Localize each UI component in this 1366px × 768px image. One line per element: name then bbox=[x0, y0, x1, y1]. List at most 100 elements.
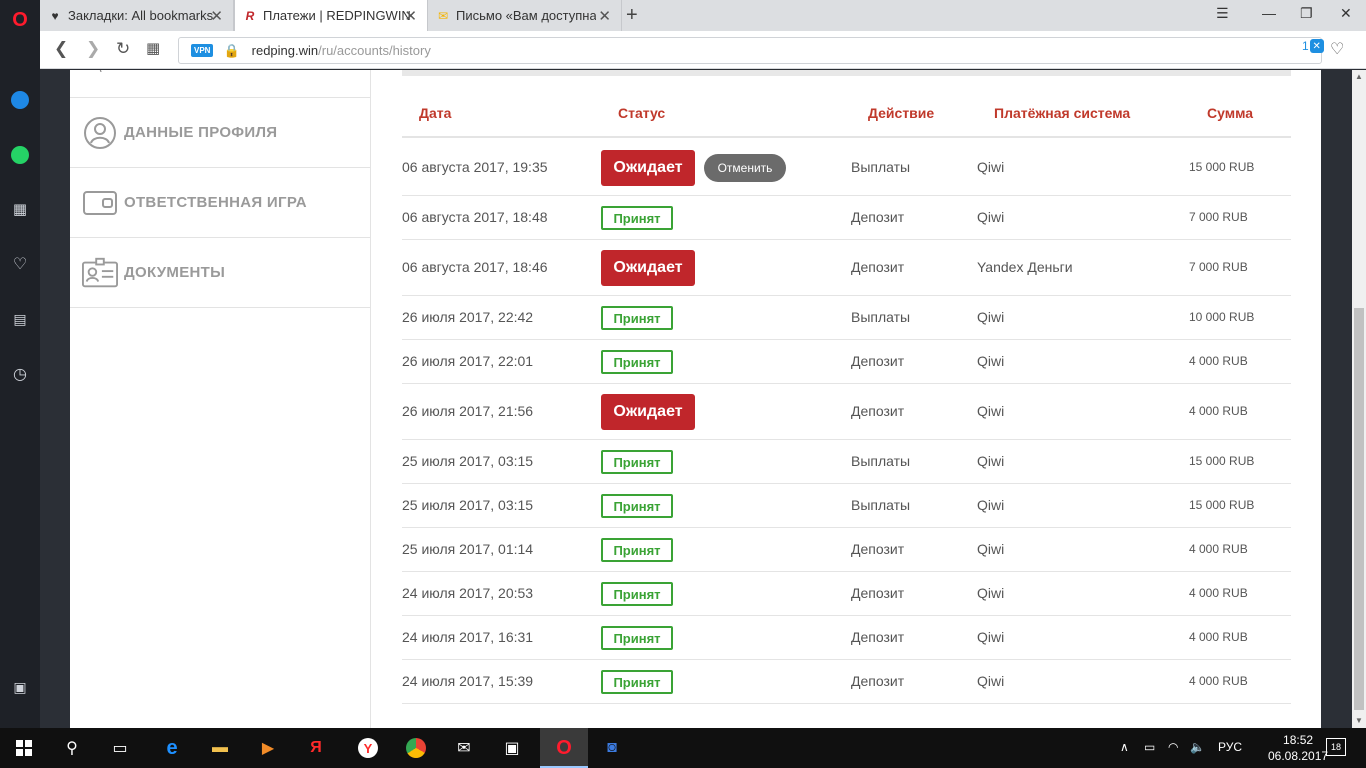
bookmark-heart-icon[interactable]: ♡ bbox=[1330, 39, 1344, 59]
cell-payment-system: Qiwi bbox=[977, 403, 1005, 419]
clock-date: 06.08.2017 bbox=[1268, 749, 1329, 763]
menu-item-documents[interactable]: ДОКУМЕНТЫ bbox=[70, 238, 370, 308]
cell-date: 26 июля 2017, 22:42 bbox=[402, 309, 534, 325]
edge-icon[interactable]: e bbox=[157, 734, 187, 762]
close-icon[interactable]: ✕ bbox=[598, 7, 611, 25]
cell-action: Депозит bbox=[851, 209, 905, 225]
tab-bookmarks[interactable]: ♥ Закладки: All bookmarks ✕ bbox=[40, 0, 234, 31]
scroll-down-arrow[interactable]: ▼ bbox=[1355, 716, 1363, 725]
page-content: ⟨ ДАННЫЕ ПРОФИЛЯ ОТВЕТСТВЕННАЯ ИГРА ДОКУ… bbox=[70, 70, 1321, 728]
search-icon[interactable]: ⚲ bbox=[57, 734, 87, 762]
top-strip bbox=[402, 70, 1291, 76]
url-path: /ru/accounts/history bbox=[318, 43, 431, 58]
adblock-extension[interactable]: 1 ✕ bbox=[1302, 39, 1324, 53]
menu-item-previous[interactable]: ⟨ bbox=[70, 70, 370, 98]
wifi-icon[interactable]: ◠ bbox=[1168, 740, 1178, 754]
cell-date: 06 августа 2017, 19:35 bbox=[402, 159, 548, 175]
new-tab-button[interactable]: + bbox=[626, 4, 638, 27]
tab-payments[interactable]: R Платежи | REDPINGWIN ✕ bbox=[234, 0, 428, 31]
header-action: Действие bbox=[868, 105, 935, 121]
news-icon[interactable]: ▤ bbox=[0, 304, 40, 334]
menu-label: ДАННЫЕ ПРОФИЛЯ bbox=[124, 124, 278, 141]
tray-chevron-icon[interactable]: ∧ bbox=[1120, 740, 1129, 754]
opera-logo-icon[interactable]: O bbox=[0, 5, 40, 35]
reload-button[interactable]: ↻ bbox=[116, 39, 130, 59]
previous-menu-icon: ⟨ bbox=[82, 70, 118, 83]
notification-center-icon[interactable]: 18 bbox=[1326, 738, 1346, 756]
tab-title: Письмо «Вам доступна бе bbox=[456, 8, 596, 23]
status-badge-pending: Ожидает bbox=[601, 150, 695, 186]
messenger-icon[interactable] bbox=[0, 85, 40, 115]
language-indicator[interactable]: РУС bbox=[1218, 740, 1242, 754]
yandex-browser-icon[interactable]: Y bbox=[353, 734, 383, 762]
header-amount: Сумма bbox=[1207, 105, 1254, 121]
battery-icon[interactable]: ▭ bbox=[1144, 740, 1155, 754]
windows-start-icon[interactable] bbox=[9, 734, 39, 762]
table-row: 24 июля 2017, 16:31 Принят Депозит Qiwi 4 00… bbox=[402, 616, 1291, 660]
cell-date: 24 июля 2017, 16:31 bbox=[402, 629, 534, 645]
tabs-grid-button[interactable]: ▦ bbox=[146, 39, 160, 57]
cell-date: 24 июля 2017, 15:39 bbox=[402, 673, 534, 689]
cell-payment-system: Qiwi bbox=[977, 673, 1005, 689]
menu-item-responsible-gaming[interactable]: ОТВЕТСТВЕННАЯ ИГРА bbox=[70, 168, 370, 238]
close-icon[interactable]: ✕ bbox=[210, 7, 223, 25]
history-clock-icon[interactable]: ◷ bbox=[0, 359, 40, 389]
tab-menu-icon[interactable]: ☰ bbox=[1216, 5, 1229, 22]
cell-action: Выплаты bbox=[851, 497, 911, 513]
status-badge-accepted: Принят bbox=[601, 582, 673, 606]
opera-taskbar-icon[interactable]: O bbox=[549, 734, 579, 762]
table-row: 25 июля 2017, 03:15 Принят Выплаты Qiwi 15 0… bbox=[402, 484, 1291, 528]
header-date: Дата bbox=[419, 105, 452, 121]
minimize-button[interactable]: — bbox=[1262, 5, 1276, 21]
scroll-up-arrow[interactable]: ▲ bbox=[1355, 72, 1363, 81]
volume-icon[interactable]: 🔈 bbox=[1190, 740, 1205, 754]
file-explorer-icon[interactable]: ▬ bbox=[205, 734, 235, 762]
app-icon[interactable]: ◙ bbox=[597, 734, 627, 762]
sidebar-toggle-icon[interactable]: ▣ bbox=[0, 672, 40, 702]
cell-date: 06 августа 2017, 18:48 bbox=[402, 209, 548, 225]
clock[interactable]: 18:52 06.08.2017 bbox=[1268, 732, 1328, 764]
mail-app-icon[interactable]: ✉ bbox=[449, 734, 479, 762]
menu-item-profile[interactable]: ДАННЫЕ ПРОФИЛЯ bbox=[70, 98, 370, 168]
maximize-button[interactable]: ❐ bbox=[1300, 5, 1313, 22]
forward-button[interactable]: ❯ bbox=[86, 39, 100, 59]
scrollbar-thumb[interactable] bbox=[1354, 308, 1364, 710]
tab-mail[interactable]: ✉ Письмо «Вам доступна бе ✕ bbox=[428, 0, 622, 31]
extension-icon: ✕ bbox=[1309, 39, 1324, 53]
cell-payment-system: Qiwi bbox=[977, 159, 1005, 175]
close-window-button[interactable]: ✕ bbox=[1340, 5, 1352, 22]
store-icon[interactable]: ▣ bbox=[497, 734, 527, 762]
cell-date: 25 июля 2017, 03:15 bbox=[402, 453, 534, 469]
account-menu: ⟨ ДАННЫЕ ПРОФИЛЯ ОТВЕТСТВЕННАЯ ИГРА ДОКУ… bbox=[70, 70, 371, 728]
cell-date: 25 июля 2017, 03:15 bbox=[402, 497, 534, 513]
whatsapp-icon[interactable] bbox=[0, 140, 40, 170]
cancel-button[interactable]: Отменить bbox=[704, 154, 786, 182]
back-button[interactable]: ❮ bbox=[54, 39, 68, 59]
speed-dial-icon[interactable]: ▦ bbox=[0, 194, 40, 224]
url-field[interactable]: VPN 🔒 redping.win/ru/accounts/history bbox=[178, 37, 1322, 64]
status-badge-accepted: Принят bbox=[601, 494, 673, 518]
cell-date: 26 июля 2017, 22:01 bbox=[402, 353, 534, 369]
profile-icon bbox=[82, 115, 118, 151]
status-badge-accepted: Принят bbox=[601, 206, 673, 230]
cell-amount: 4 000 RUB bbox=[1189, 630, 1248, 644]
cell-action: Депозит bbox=[851, 403, 905, 419]
chrome-icon[interactable] bbox=[401, 734, 431, 762]
close-icon[interactable]: ✕ bbox=[404, 7, 417, 25]
cell-amount: 10 000 RUB bbox=[1189, 310, 1255, 324]
task-view-icon[interactable]: ▭ bbox=[105, 734, 135, 762]
yandex-icon[interactable]: Я bbox=[301, 734, 331, 762]
table-row: 06 августа 2017, 18:46 Ожидает Депозит Yand… bbox=[402, 240, 1291, 296]
status-badge-pending: Ожидает bbox=[601, 394, 695, 430]
url-host: redping.win bbox=[251, 43, 319, 58]
lock-icon[interactable]: 🔒 bbox=[223, 43, 239, 59]
vpn-badge[interactable]: VPN bbox=[191, 44, 214, 57]
header-payment-system: Платёжная система bbox=[994, 105, 1131, 121]
bookmarks-heart-icon[interactable]: ♡ bbox=[0, 249, 40, 279]
cell-payment-system: Qiwi bbox=[977, 541, 1005, 557]
cell-payment-system: Qiwi bbox=[977, 585, 1005, 601]
cell-payment-system: Qiwi bbox=[977, 629, 1005, 645]
cell-amount: 4 000 RUB bbox=[1189, 354, 1248, 368]
media-player-icon[interactable]: ▶ bbox=[253, 734, 283, 762]
redpingwin-icon: R bbox=[245, 8, 255, 23]
